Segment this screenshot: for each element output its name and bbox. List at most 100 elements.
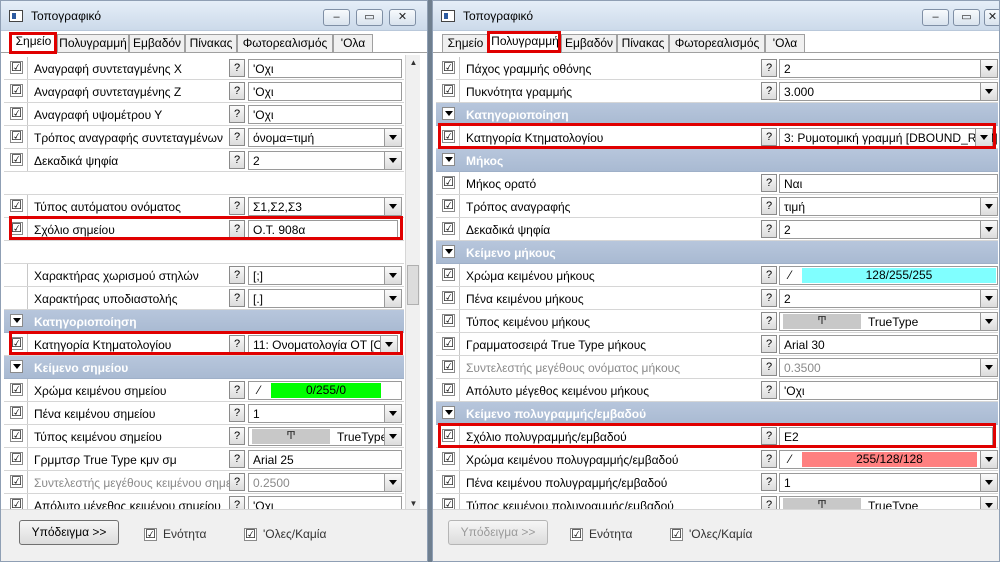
all-none-checkbox[interactable]: ☑ 'Ολες/Καμία xyxy=(244,527,326,542)
value-field[interactable]: 'Οχι xyxy=(248,59,402,78)
value-dropdown[interactable]: 0.3500 xyxy=(779,358,998,377)
help-button[interactable]: ? xyxy=(229,105,245,123)
chevron-down-icon[interactable] xyxy=(980,359,997,376)
chevron-down-icon[interactable] xyxy=(384,428,401,445)
chevron-down-icon[interactable] xyxy=(980,290,997,307)
collapse-toggle-icon[interactable] xyxy=(10,360,23,373)
value-dropdown[interactable]: 2 xyxy=(779,220,998,239)
row-checkbox[interactable]: ☑ xyxy=(10,199,23,212)
tab-photorealism[interactable]: Φωτορεαλισμός xyxy=(237,34,333,52)
row-checkbox[interactable]: ☑ xyxy=(10,61,23,74)
help-button[interactable]: ? xyxy=(761,473,777,491)
tab-point[interactable]: Σημείο xyxy=(442,34,489,52)
row-checkbox[interactable]: ☑ xyxy=(10,452,23,465)
tab-table[interactable]: Πίνακας xyxy=(185,34,237,52)
example-button[interactable]: Υπόδειγμα >> xyxy=(19,520,119,545)
tab-all[interactable]: 'Ολα xyxy=(765,34,805,52)
row-checkbox[interactable]: ☑ xyxy=(10,153,23,166)
value-field[interactable]: 'Οχι xyxy=(248,82,402,101)
help-button[interactable]: ? xyxy=(761,335,777,353)
row-checkbox[interactable]: ☑ xyxy=(442,475,455,488)
maximize-button[interactable]: ▭ xyxy=(953,9,980,26)
row-checkbox[interactable]: ☑ xyxy=(10,107,23,120)
row-checkbox[interactable]: ☑ xyxy=(10,475,23,488)
value-field[interactable]: 'Οχι xyxy=(248,105,402,124)
help-button[interactable]: ? xyxy=(229,128,245,146)
row-checkbox[interactable]: ☑ xyxy=(10,383,23,396)
category-header[interactable]: Κείμενο μήκους xyxy=(436,241,998,264)
color-field[interactable]: ⁄ 128/255/255 xyxy=(779,266,998,285)
row-checkbox[interactable]: ☑ xyxy=(10,84,23,97)
tab-all[interactable]: 'Ολα xyxy=(333,34,373,52)
row-checkbox[interactable]: ☑ xyxy=(442,199,455,212)
tab-polyline[interactable]: Πολυγραμμή xyxy=(489,32,561,53)
help-button[interactable]: ? xyxy=(761,358,777,376)
font-type-dropdown[interactable]: Ͳ TrueType xyxy=(248,427,402,446)
help-button[interactable]: ? xyxy=(761,381,777,399)
row-checkbox[interactable]: ☑ xyxy=(10,406,23,419)
category-header[interactable]: Κείμενο πολυγραμμής/εμβαδού xyxy=(436,402,998,425)
help-button[interactable]: ? xyxy=(761,289,777,307)
eyedropper-icon[interactable]: ⁄ xyxy=(782,268,798,283)
value-field[interactable]: Arial 25 xyxy=(248,450,402,469)
value-dropdown[interactable]: 2 xyxy=(779,289,998,308)
help-button[interactable]: ? xyxy=(761,427,777,445)
tab-photorealism[interactable]: Φωτορεαλισμός xyxy=(669,34,765,52)
chevron-down-icon[interactable] xyxy=(980,474,997,491)
value-dropdown[interactable]: [;] xyxy=(248,266,402,285)
chevron-down-icon[interactable] xyxy=(384,405,401,422)
chevron-down-icon[interactable] xyxy=(384,474,401,491)
help-button[interactable]: ? xyxy=(229,404,245,422)
help-button[interactable]: ? xyxy=(761,128,777,146)
value-dropdown[interactable]: 2 xyxy=(779,59,998,78)
value-field[interactable]: 'Οχι xyxy=(779,381,998,400)
help-button[interactable]: ? xyxy=(229,220,245,238)
scroll-thumb[interactable] xyxy=(407,265,419,305)
polyline-comment-field[interactable]: E2 xyxy=(779,427,993,446)
chevron-down-icon[interactable] xyxy=(380,336,397,353)
color-field[interactable]: ⁄ 0/255/0 xyxy=(248,381,402,400)
row-checkbox[interactable]: ☑ xyxy=(442,314,455,327)
collapse-toggle-icon[interactable] xyxy=(442,245,455,258)
chevron-down-icon[interactable] xyxy=(980,60,997,77)
tab-polyline[interactable]: Πολυγραμμή xyxy=(57,34,129,52)
chevron-down-icon[interactable] xyxy=(384,129,401,146)
help-button[interactable]: ? xyxy=(229,289,245,307)
row-checkbox[interactable]: ☑ xyxy=(10,222,23,235)
row-checkbox[interactable]: ☑ xyxy=(442,61,455,74)
checkbox-box[interactable]: ☑ xyxy=(144,528,157,542)
chevron-down-icon[interactable] xyxy=(980,313,997,330)
chevron-down-icon[interactable] xyxy=(384,198,401,215)
category-header[interactable]: Κείμενο σημείου xyxy=(4,356,404,379)
row-checkbox[interactable]: ☑ xyxy=(442,291,455,304)
value-dropdown[interactable]: τιμή xyxy=(779,197,998,216)
close-button[interactable]: ✕ xyxy=(389,9,416,26)
tab-area[interactable]: Εμβαδόν xyxy=(561,34,617,52)
collapse-toggle-icon[interactable] xyxy=(442,406,455,419)
row-checkbox[interactable]: ☑ xyxy=(442,452,455,465)
row-checkbox[interactable]: ☑ xyxy=(442,176,455,189)
value-dropdown[interactable]: 3.000 xyxy=(779,82,998,101)
help-button[interactable]: ? xyxy=(229,473,245,491)
chevron-down-icon[interactable] xyxy=(980,198,997,215)
help-button[interactable]: ? xyxy=(229,151,245,169)
value-dropdown[interactable]: 2 xyxy=(248,151,402,170)
row-checkbox[interactable]: ☑ xyxy=(442,130,455,143)
help-button[interactable]: ? xyxy=(761,82,777,100)
row-checkbox[interactable]: ☑ xyxy=(10,429,23,442)
help-button[interactable]: ? xyxy=(761,174,777,192)
value-field[interactable]: Arial 30 xyxy=(779,335,998,354)
checkbox-box[interactable]: ☑ xyxy=(670,528,683,542)
help-button[interactable]: ? xyxy=(229,450,245,468)
category-header[interactable]: Κατηγοριοποίηση xyxy=(4,310,404,333)
tab-table[interactable]: Πίνακας xyxy=(617,34,669,52)
minimize-button[interactable]: – xyxy=(922,9,949,26)
eyedropper-icon[interactable]: ⁄ xyxy=(782,452,798,467)
value-dropdown[interactable]: 1 xyxy=(779,473,998,492)
help-button[interactable]: ? xyxy=(229,427,245,445)
unit-checkbox[interactable]: ☑ Ενότητα xyxy=(570,527,632,542)
category-header[interactable]: Κατηγοριοποίηση xyxy=(436,103,998,126)
chevron-down-icon[interactable] xyxy=(384,267,401,284)
all-none-checkbox[interactable]: ☑ 'Ολες/Καμία xyxy=(670,527,752,542)
chevron-down-icon[interactable] xyxy=(975,129,992,146)
